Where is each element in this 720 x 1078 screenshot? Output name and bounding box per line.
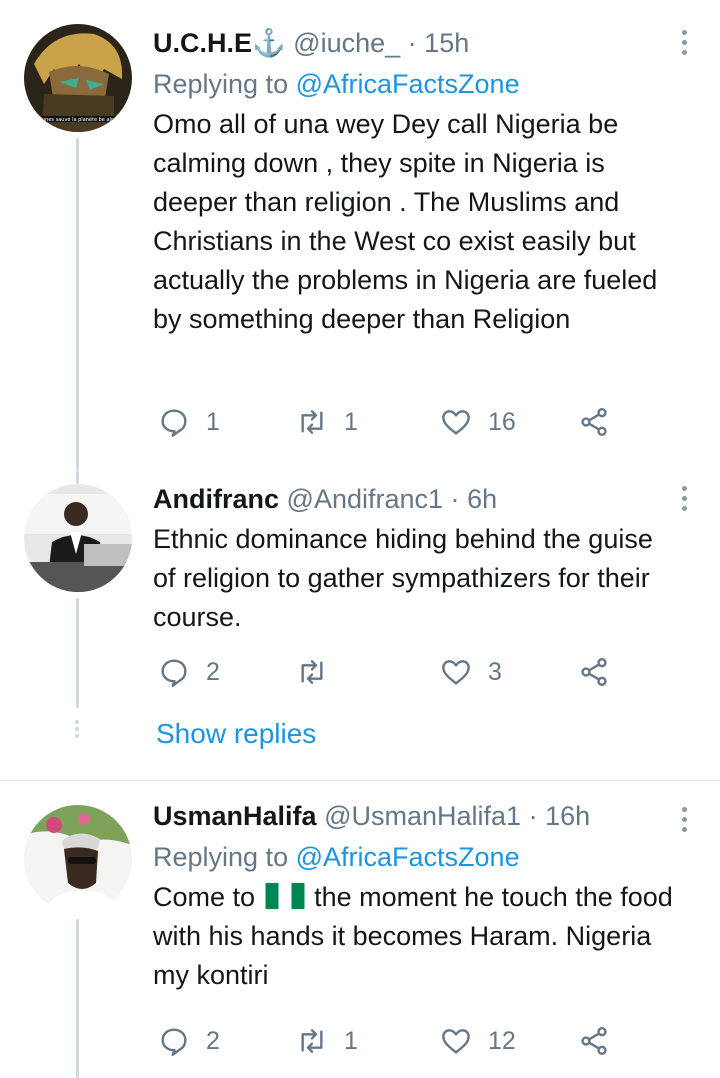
handle[interactable]: @UsmanHalifa1 bbox=[324, 801, 521, 831]
reply-button[interactable]: 1 bbox=[158, 402, 220, 442]
avatar[interactable] bbox=[24, 805, 132, 913]
timestamp[interactable]: 15h bbox=[424, 28, 469, 58]
like-button[interactable]: 12 bbox=[440, 1021, 516, 1061]
replying-to: Replying to @AfricaFactsZone bbox=[153, 67, 680, 101]
like-count: 3 bbox=[488, 657, 502, 686]
more-options-icon[interactable] bbox=[678, 486, 690, 511]
share-icon bbox=[581, 408, 607, 436]
avatar-image bbox=[24, 484, 132, 592]
reply-button[interactable]: 2 bbox=[158, 1021, 220, 1061]
timestamp[interactable]: 6h bbox=[467, 484, 497, 514]
separator-dot: · bbox=[450, 484, 460, 514]
display-name[interactable]: UsmanHalifa bbox=[153, 801, 317, 831]
separator-dot: · bbox=[407, 28, 417, 58]
show-replies-link[interactable]: Show replies bbox=[156, 718, 316, 750]
tweet-text-start: Come to bbox=[153, 882, 256, 912]
more-options-icon[interactable] bbox=[678, 30, 690, 55]
tweet-andifranc[interactable]: Andifranc @Andifranc1 · 6h Ethnic domina… bbox=[0, 470, 720, 780]
retweet-button[interactable]: 1 bbox=[296, 402, 358, 442]
retweet-count: 1 bbox=[344, 407, 358, 436]
avatar-caption: unes sauvé la planète be alo bbox=[42, 116, 114, 123]
thread-line-lower bbox=[76, 598, 79, 708]
reply-icon bbox=[161, 659, 187, 687]
anchor-emoji: ⚓ bbox=[252, 28, 286, 58]
share-button[interactable] bbox=[578, 652, 610, 692]
tweet-header: U.C.H.E⚓ @iuche_ · 15h bbox=[153, 26, 680, 60]
tweet-text: Omo all of una wey Dey call Nigeria be c… bbox=[153, 109, 658, 334]
avatar-image: unes sauvé la planète be alo bbox=[24, 24, 132, 132]
tweet-uche[interactable]: unes sauvé la planète be alo U.C.H.E⚓ @i… bbox=[0, 0, 720, 470]
reply-count: 2 bbox=[206, 1026, 220, 1055]
reply-button[interactable]: 2 bbox=[158, 652, 220, 692]
retweet-count: 1 bbox=[344, 1026, 358, 1055]
avatar[interactable]: unes sauvé la planète be alo bbox=[24, 24, 132, 132]
handle[interactable]: @iuche_ bbox=[293, 28, 400, 58]
thread-line bbox=[76, 919, 79, 1078]
tweet-usmanhalifa[interactable]: UsmanHalifa @UsmanHalifa1 · 16h Replying… bbox=[0, 781, 720, 1078]
reply-count: 2 bbox=[206, 657, 220, 686]
replying-mention[interactable]: @AfricaFactsZone bbox=[296, 842, 520, 872]
like-button[interactable]: 16 bbox=[440, 402, 516, 442]
avatar-image bbox=[24, 805, 132, 913]
heart-icon bbox=[442, 410, 470, 435]
handle[interactable]: @Andifranc1 bbox=[287, 484, 444, 514]
tweet-header: UsmanHalifa @UsmanHalifa1 · 16h bbox=[153, 799, 680, 833]
display-name[interactable]: U.C.H.E bbox=[153, 28, 252, 58]
reply-icon bbox=[161, 1028, 187, 1056]
reply-count: 1 bbox=[206, 407, 220, 436]
retweet-button[interactable] bbox=[296, 652, 344, 692]
tweet-text: Come to the moment he touch the food wit… bbox=[153, 878, 680, 995]
replying-to: Replying to @AfricaFactsZone bbox=[153, 840, 680, 874]
replying-mention[interactable]: @AfricaFactsZone bbox=[296, 69, 520, 99]
thread-line bbox=[76, 138, 79, 470]
thread-line-upper bbox=[76, 470, 79, 484]
tweet-text: Ethnic dominance hiding behind the guise… bbox=[153, 524, 653, 632]
tweet-actions: 1 1 16 bbox=[158, 402, 618, 442]
display-name[interactable]: Andifranc bbox=[153, 484, 279, 514]
retweet-icon bbox=[301, 410, 323, 434]
like-count: 12 bbox=[488, 1026, 516, 1055]
share-icon bbox=[581, 658, 607, 686]
timestamp[interactable]: 16h bbox=[545, 801, 590, 831]
more-options-icon[interactable] bbox=[678, 807, 690, 832]
tweet-header: Andifranc @Andifranc1 · 6h bbox=[153, 482, 680, 516]
avatar[interactable] bbox=[24, 484, 132, 592]
heart-icon bbox=[442, 1029, 470, 1054]
replying-prefix: Replying to bbox=[153, 842, 289, 872]
retweet-button[interactable]: 1 bbox=[296, 1021, 358, 1061]
like-button[interactable]: 3 bbox=[440, 652, 502, 692]
retweet-icon bbox=[301, 660, 323, 684]
share-button[interactable] bbox=[578, 1021, 610, 1061]
tweet-actions: 2 3 bbox=[158, 652, 618, 692]
nigeria-flag-icon bbox=[265, 883, 305, 909]
retweet-icon bbox=[301, 1029, 323, 1053]
replying-prefix: Replying to bbox=[153, 69, 289, 99]
separator-dot: · bbox=[528, 801, 538, 831]
share-button[interactable] bbox=[578, 402, 610, 442]
heart-icon bbox=[442, 660, 470, 685]
reply-icon bbox=[161, 409, 187, 437]
thread-continuation-dots bbox=[74, 720, 80, 738]
share-icon bbox=[581, 1027, 607, 1055]
tweet-actions: 2 1 12 bbox=[158, 1021, 618, 1061]
like-count: 16 bbox=[488, 407, 516, 436]
